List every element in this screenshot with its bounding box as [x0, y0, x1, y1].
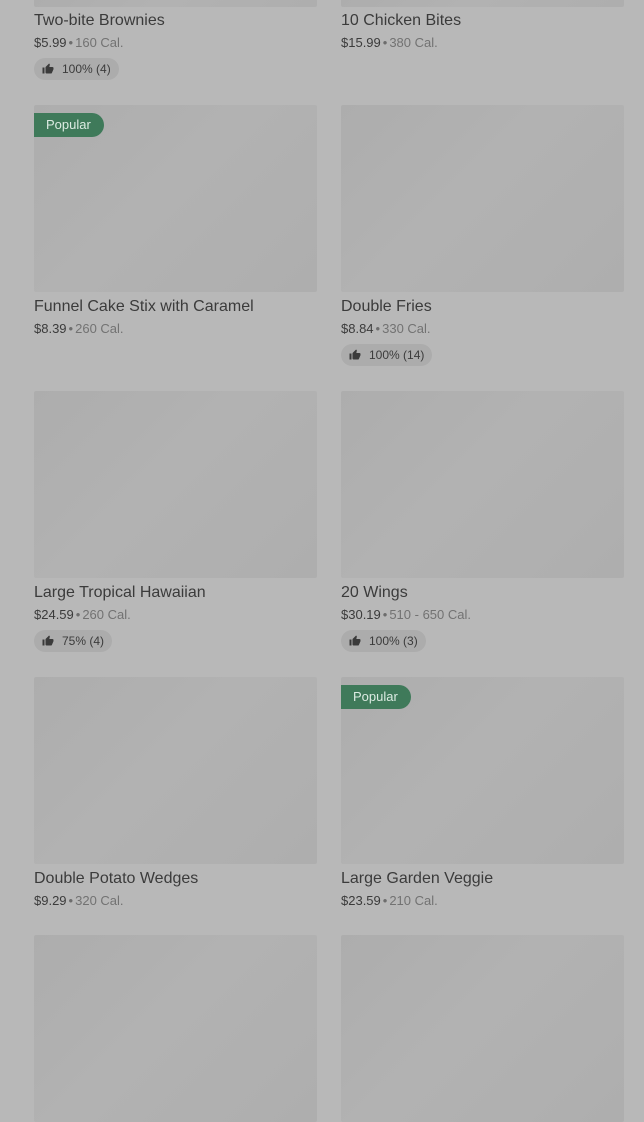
menu-item-card[interactable]: Popular Funnel Cake Stix with Caramel $8…	[34, 105, 317, 338]
item-price: $23.59	[341, 893, 381, 908]
item-meta: $8.84 • 330 Cal.	[341, 320, 624, 338]
item-price: $24.59	[34, 607, 74, 622]
popular-badge: Popular	[34, 113, 104, 137]
item-price: $15.99	[341, 35, 381, 50]
item-calories: 320 Cal.	[75, 893, 124, 908]
menu-item-card[interactable]: Double Potato Wedges $9.29 • 320 Cal.	[34, 677, 317, 910]
item-image[interactable]	[34, 935, 317, 1122]
item-image[interactable]	[341, 935, 624, 1122]
item-rating: 100% (3)	[341, 630, 426, 652]
menu-item-card[interactable]: 20 Wings $30.19 • 510 - 650 Cal. 100% (3)	[341, 391, 624, 652]
item-meta: $23.59 • 210 Cal.	[341, 892, 624, 910]
item-calories: 260 Cal.	[75, 321, 124, 336]
meta-separator: •	[68, 321, 74, 336]
item-price: $5.99	[34, 35, 67, 50]
rating-text: 100% (3)	[369, 634, 418, 648]
item-name: 10 Chicken Bites	[341, 12, 462, 29]
item-name: Large Garden Veggie	[341, 870, 494, 887]
item-price: $30.19	[341, 607, 381, 622]
menu-item-card[interactable]: Two-bite Brownies $5.99 • 160 Cal. 100% (4…	[34, 0, 317, 80]
item-rating: 75% (4)	[34, 630, 113, 652]
item-rating: 100% (14)	[341, 344, 433, 366]
popular-badge: Popular	[341, 685, 411, 709]
item-meta: $30.19 • 510 - 650 Cal.	[341, 606, 624, 624]
item-calories: 260 Cal.	[82, 607, 131, 622]
item-price: $8.39	[34, 321, 67, 336]
item-calories: 380 Cal.	[389, 35, 438, 50]
item-image[interactable]	[34, 0, 317, 7]
menu-item-card[interactable]: 10 Chicken Bites $15.99 • 380 Cal.	[341, 0, 624, 52]
item-name: Large Tropical Hawaiian	[34, 584, 206, 601]
item-calories: 330 Cal.	[382, 321, 431, 336]
item-image[interactable]	[34, 391, 317, 578]
item-image[interactable]	[341, 105, 624, 292]
item-name: Double Fries	[341, 298, 432, 315]
thumbs-up-icon	[349, 349, 361, 361]
item-price: $9.29	[34, 893, 67, 908]
thumbs-up-icon	[349, 635, 361, 647]
item-name: Double Potato Wedges	[34, 870, 199, 887]
menu-item-card[interactable]	[34, 935, 317, 1122]
item-meta: $24.59 • 260 Cal.	[34, 606, 317, 624]
item-name: 20 Wings	[341, 584, 408, 601]
item-name: Funnel Cake Stix with Caramel	[34, 298, 254, 315]
item-image[interactable]: Popular	[341, 677, 624, 864]
item-price: $8.84	[341, 321, 374, 336]
item-meta: $8.39 • 260 Cal.	[34, 320, 317, 338]
item-calories: 510 - 650 Cal.	[389, 607, 471, 622]
item-meta: $9.29 • 320 Cal.	[34, 892, 317, 910]
rating-text: 75% (4)	[62, 634, 105, 648]
item-image[interactable]: Popular	[34, 105, 317, 292]
item-image[interactable]	[34, 677, 317, 864]
menu-item-card[interactable]: Double Fries $8.84 • 330 Cal. 100% (14)	[341, 105, 624, 366]
item-rating: 100% (4)	[34, 58, 119, 80]
item-name: Two-bite Brownies	[34, 12, 165, 29]
rating-text: 100% (4)	[62, 62, 111, 76]
thumbs-up-icon	[42, 635, 54, 647]
meta-separator: •	[375, 321, 381, 336]
item-meta: $15.99 • 380 Cal.	[341, 34, 624, 52]
item-meta: $5.99 • 160 Cal.	[34, 34, 317, 52]
menu-item-card[interactable]	[341, 935, 624, 1122]
rating-text: 100% (14)	[369, 348, 425, 362]
meta-separator: •	[68, 35, 74, 50]
item-calories: 160 Cal.	[75, 35, 124, 50]
meta-separator: •	[68, 893, 74, 908]
item-image[interactable]	[341, 391, 624, 578]
menu-item-card[interactable]: Popular Large Garden Veggie $23.59 • 210 C…	[341, 677, 624, 910]
menu-item-card[interactable]: Large Tropical Hawaiian $24.59 • 260 Cal. …	[34, 391, 317, 652]
item-calories: 210 Cal.	[389, 893, 438, 908]
item-image[interactable]	[341, 0, 624, 7]
thumbs-up-icon	[42, 63, 54, 75]
